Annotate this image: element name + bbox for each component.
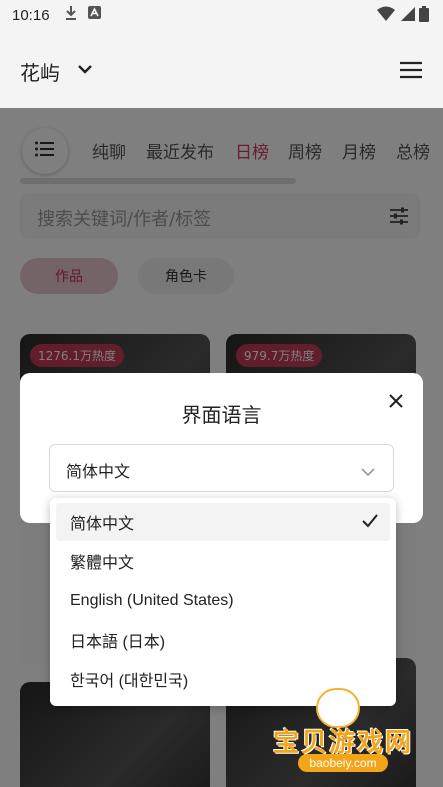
chevron-down-icon[interactable] (76, 60, 94, 82)
option-label: 한국어 (대한민국) (70, 673, 189, 690)
close-icon[interactable] (389, 393, 403, 412)
status-time: 10:16 (12, 6, 50, 24)
status-bar: 10:16 (0, 0, 443, 30)
watermark-url: baobeiy.com (298, 754, 388, 772)
language-option-en-us[interactable]: English (United States) (56, 582, 390, 620)
language-dropdown: 简体中文 繁體中文 English (United States) 日本語 (日… (50, 498, 396, 706)
battery-icon (419, 6, 429, 27)
option-label: 简体中文 (70, 516, 135, 533)
check-icon (362, 514, 378, 533)
download-icon (64, 5, 78, 26)
site-name[interactable]: 花屿 (20, 57, 60, 86)
option-label: 日本語 (日本) (70, 634, 166, 651)
signal-icon (399, 6, 415, 27)
dialog-title: 界面语言 (181, 403, 262, 427)
site-watermark: 宝贝游戏网 baobeiy.com (268, 688, 418, 780)
option-label: English (United States) (70, 592, 234, 609)
chevron-down-icon (361, 462, 375, 481)
language-select-value: 简体中文 (66, 462, 131, 481)
hamburger-menu-icon[interactable] (399, 60, 423, 84)
wifi-icon (377, 6, 395, 27)
language-option-ja-jp[interactable]: 日本語 (日本) (56, 621, 390, 659)
language-select[interactable]: 简体中文 (49, 444, 394, 492)
language-option-zh-hant[interactable]: 繁體中文 (56, 542, 390, 580)
language-option-zh-hans[interactable]: 简体中文 (56, 503, 390, 541)
app-notification-icon (87, 6, 101, 24)
app-header: 花屿 (0, 30, 443, 108)
option-label: 繁體中文 (70, 555, 135, 572)
